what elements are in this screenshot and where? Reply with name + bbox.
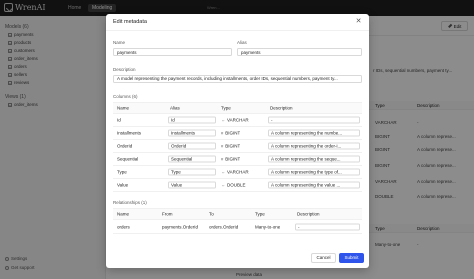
relationship-to: orders.OrderId xyxy=(209,224,239,229)
modal-title: Edit metadata xyxy=(113,19,147,25)
table-row: OrderId OrderId # BIGINT A column represe… xyxy=(113,140,362,153)
modal-footer: Cancel Submit xyxy=(106,250,369,268)
column-description-input[interactable]: A column representing the value ... xyxy=(268,181,360,189)
column-type: # BIGINT xyxy=(221,130,241,136)
text-type-icon: ↔ xyxy=(221,169,225,175)
column-name: Id xyxy=(117,117,121,123)
table-row: Id Id ↔ VARCHAR - xyxy=(113,114,362,127)
column-type: ↔ VARCHAR xyxy=(221,117,249,123)
column-alias-input[interactable]: Id xyxy=(168,116,216,124)
column-type: ↔ VARCHAR xyxy=(221,169,249,175)
columns-label: Columns (6) xyxy=(113,94,138,99)
column-type: # BIGINT xyxy=(221,143,241,149)
column-name: Sequential xyxy=(117,156,139,162)
column-description-input[interactable]: A column representing the numbe... xyxy=(268,129,360,137)
edit-metadata-modal: Edit metadata ✕ Name Alias Description A… xyxy=(106,14,369,268)
column-alias-input[interactable]: Value xyxy=(168,181,216,189)
close-icon[interactable]: ✕ xyxy=(354,17,363,26)
relationship-type: Many-to-one xyxy=(255,224,281,229)
rel-header-from: From xyxy=(162,211,173,217)
cancel-button[interactable]: Cancel xyxy=(311,253,336,263)
table-row: Type Type ↔ VARCHAR A column representing… xyxy=(113,166,362,179)
modal-header: Edit metadata ✕ xyxy=(106,14,369,31)
rel-header-name: Name xyxy=(117,211,130,217)
description-label: Description xyxy=(113,67,136,72)
number-type-icon: # xyxy=(221,130,224,136)
relationship-from: payments.OrderId xyxy=(162,224,199,229)
number-type-icon: # xyxy=(221,143,224,149)
table-row: Value Value ↔ DOUBLE A column representin… xyxy=(113,179,362,192)
col-header-name: Name xyxy=(117,105,130,111)
table-header: Name Alias Type Description xyxy=(113,103,362,114)
table-header: Name From To Type Description xyxy=(113,209,362,220)
col-header-type: Type xyxy=(221,105,231,111)
number-type-icon: # xyxy=(221,156,224,162)
column-description-input[interactable]: A column representing the seque... xyxy=(268,155,360,163)
alias-label: Alias xyxy=(237,40,247,45)
rel-header-type: Type xyxy=(255,211,265,217)
column-name: Installments xyxy=(117,130,142,136)
table-row: Sequential Sequential # BIGINT A column r… xyxy=(113,153,362,166)
text-type-icon: ↔ xyxy=(221,182,225,188)
name-field[interactable] xyxy=(113,48,232,56)
col-header-alias: Alias xyxy=(170,105,180,111)
column-name: Value xyxy=(117,182,129,188)
columns-table: Name Alias Type Description Id Id ↔ VARCH… xyxy=(113,102,362,192)
relationships-label: Relationships (1) xyxy=(113,200,147,205)
column-type: ↔ DOUBLE xyxy=(221,182,246,188)
column-description-input[interactable]: A column representing the type of... xyxy=(268,168,360,176)
col-header-description: Description xyxy=(270,105,293,111)
column-name: OrderId xyxy=(117,143,133,149)
column-alias-input[interactable]: Installments xyxy=(168,129,216,137)
relationship-description-input[interactable]: - xyxy=(295,223,360,230)
column-alias-input[interactable]: Sequential xyxy=(168,155,216,163)
alias-field[interactable] xyxy=(237,48,362,56)
rel-header-to: To xyxy=(209,211,214,217)
column-name: Type xyxy=(117,169,127,175)
description-field[interactable]: A model representing the payment records… xyxy=(113,75,362,83)
relationships-table: Name From To Type Description orders pay… xyxy=(113,208,362,234)
name-label: Name xyxy=(113,40,126,45)
table-row: Installments Installments # BIGINT A colu… xyxy=(113,127,362,140)
column-alias-input[interactable]: OrderId xyxy=(168,142,216,150)
column-description-input[interactable]: A column representing the order-i... xyxy=(268,142,360,150)
column-alias-input[interactable]: Type xyxy=(168,168,216,176)
column-type: # BIGINT xyxy=(221,156,241,162)
rel-header-description: Description xyxy=(297,211,320,217)
text-type-icon: ↔ xyxy=(221,117,225,123)
column-description-input[interactable]: - xyxy=(268,116,360,124)
relationship-name: orders xyxy=(117,224,130,229)
table-row: orders payments.OrderId orders.OrderId M… xyxy=(113,220,362,234)
submit-button[interactable]: Submit xyxy=(339,253,364,263)
